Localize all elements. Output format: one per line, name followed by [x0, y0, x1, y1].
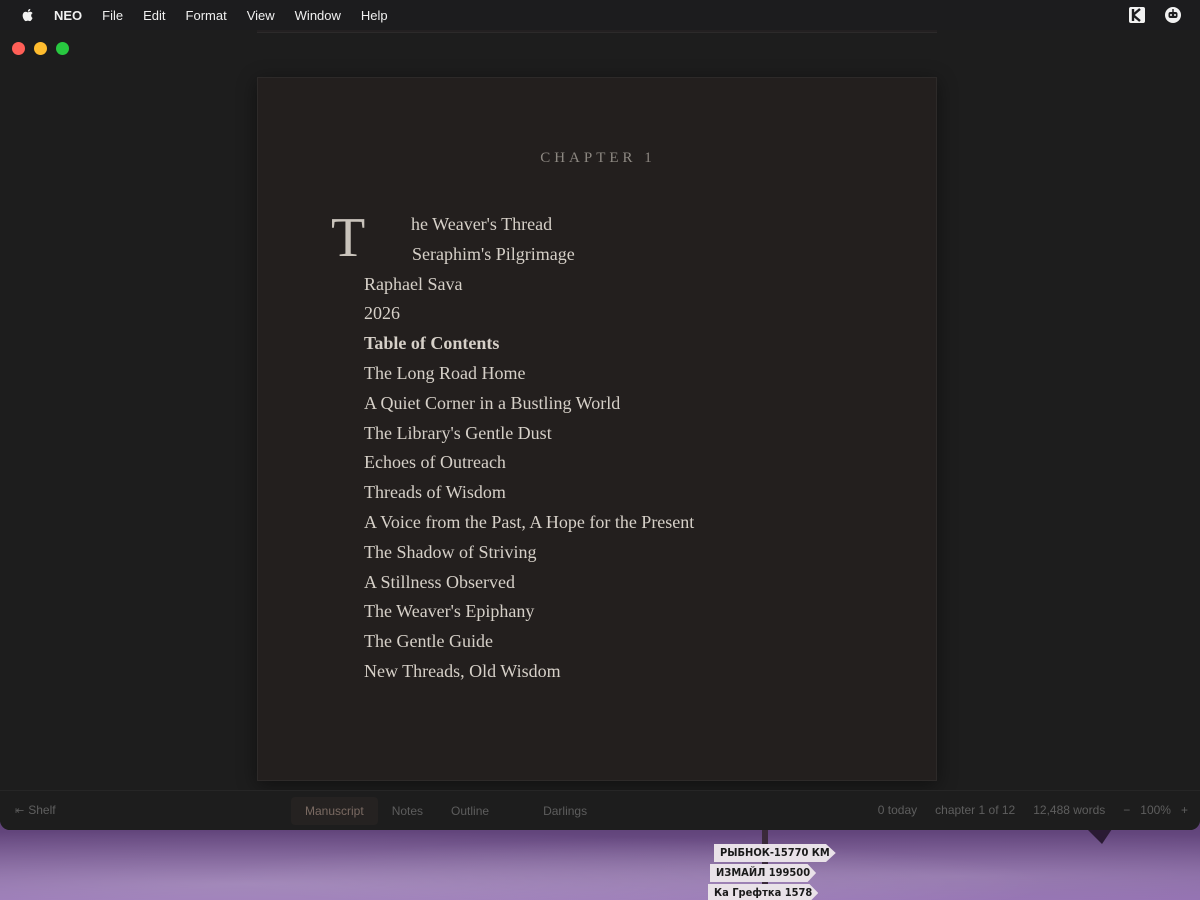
- toc-item: The Gentle Guide: [364, 631, 493, 652]
- tab-notes[interactable]: Notes: [378, 797, 437, 825]
- toc-item: The Shadow of Striving: [364, 541, 537, 562]
- menu-help[interactable]: Help: [361, 8, 388, 23]
- kaleidoscope-icon[interactable]: [1128, 6, 1146, 24]
- tab-manuscript[interactable]: Manuscript: [291, 797, 378, 825]
- toc-item: A Quiet Corner in a Bustling World: [364, 392, 621, 413]
- title-line: T he Weaver's Thread: [331, 210, 871, 266]
- previous-page-edge: [257, 30, 937, 33]
- document-stats: 0 today chapter 1 of 12 12,488 words − 1…: [878, 803, 1200, 817]
- toc-heading: Table of Contents: [364, 333, 500, 354]
- zoom-window-button[interactable]: [56, 42, 69, 55]
- menu-file[interactable]: File: [102, 8, 123, 23]
- shelf-icon: ⇤: [15, 804, 25, 817]
- app-menu[interactable]: NEO: [54, 8, 82, 23]
- assistant-robot-icon[interactable]: [1164, 6, 1182, 24]
- today-count: 0 today: [877, 803, 918, 817]
- year-line: 2026: [364, 303, 400, 324]
- status-bar: ⇤ Shelf Manuscript Notes Outline Darling…: [0, 790, 1200, 830]
- view-tabs: Manuscript Notes Outline Darlings: [291, 797, 601, 825]
- apple-icon[interactable]: [20, 7, 36, 23]
- menu-bar: NEO File Edit Format View Window Help: [0, 0, 1200, 30]
- desktop-wallpaper: [0, 820, 1200, 900]
- manuscript-page[interactable]: CHAPTER 1 T he Weaver's Thread Seraphim'…: [257, 77, 937, 781]
- window-controls: [12, 42, 69, 55]
- page-body[interactable]: T he Weaver's Thread Seraphim's Pilgrima…: [331, 210, 871, 687]
- subtitle-line: Seraphim's Pilgrimage: [412, 243, 575, 264]
- zoom-out-button[interactable]: −: [1123, 803, 1130, 817]
- tab-darlings[interactable]: Darlings: [529, 797, 601, 825]
- menu-edit[interactable]: Edit: [143, 8, 165, 23]
- chapter-position: chapter 1 of 12: [935, 803, 1016, 817]
- minimize-window-button[interactable]: [34, 42, 47, 55]
- author-line: Raphael Sava: [364, 273, 463, 294]
- menu-window[interactable]: Window: [295, 8, 341, 23]
- word-count: 12,488 words: [1033, 803, 1106, 817]
- chapter-label: CHAPTER 1: [540, 150, 656, 166]
- zoom-level: 100%: [1140, 803, 1171, 817]
- drop-cap: T: [331, 207, 366, 269]
- menu-format[interactable]: Format: [186, 8, 227, 23]
- toc-item: Echoes of Outreach: [364, 452, 506, 473]
- toc-item: The Library's Gentle Dust: [364, 422, 552, 443]
- toc-item: A Voice from the Past, A Hope for the Pr…: [364, 511, 695, 532]
- wallpaper-signpost: РЫБНОК-15770 КМ ИЗМАЙЛ 199500 Ка Грефтка…: [706, 826, 836, 900]
- sign-board: ИЗМАЙЛ 199500: [710, 864, 817, 882]
- sign-board: РЫБНОК-15770 КМ: [714, 844, 836, 862]
- toc-item: A Stillness Observed: [364, 571, 515, 592]
- app-window: CHAPTER 1 T he Weaver's Thread Seraphim'…: [0, 30, 1200, 830]
- shelf-toggle[interactable]: ⇤ Shelf: [15, 803, 56, 817]
- menu-view[interactable]: View: [247, 8, 275, 23]
- zoom-in-button[interactable]: +: [1181, 803, 1188, 817]
- title-text: he Weaver's Thread: [411, 214, 553, 234]
- toc-item: Threads of Wisdom: [364, 482, 506, 503]
- shelf-label: Shelf: [28, 803, 56, 817]
- sign-board: Ка Грефтка 1578: [708, 884, 819, 900]
- close-window-button[interactable]: [12, 42, 25, 55]
- toc-item: The Long Road Home: [364, 362, 526, 383]
- tab-outline[interactable]: Outline: [437, 797, 503, 825]
- toc-item: New Threads, Old Wisdom: [364, 660, 561, 681]
- toc-item: The Weaver's Epiphany: [364, 601, 535, 622]
- zoom-control: − 100% +: [1123, 803, 1188, 817]
